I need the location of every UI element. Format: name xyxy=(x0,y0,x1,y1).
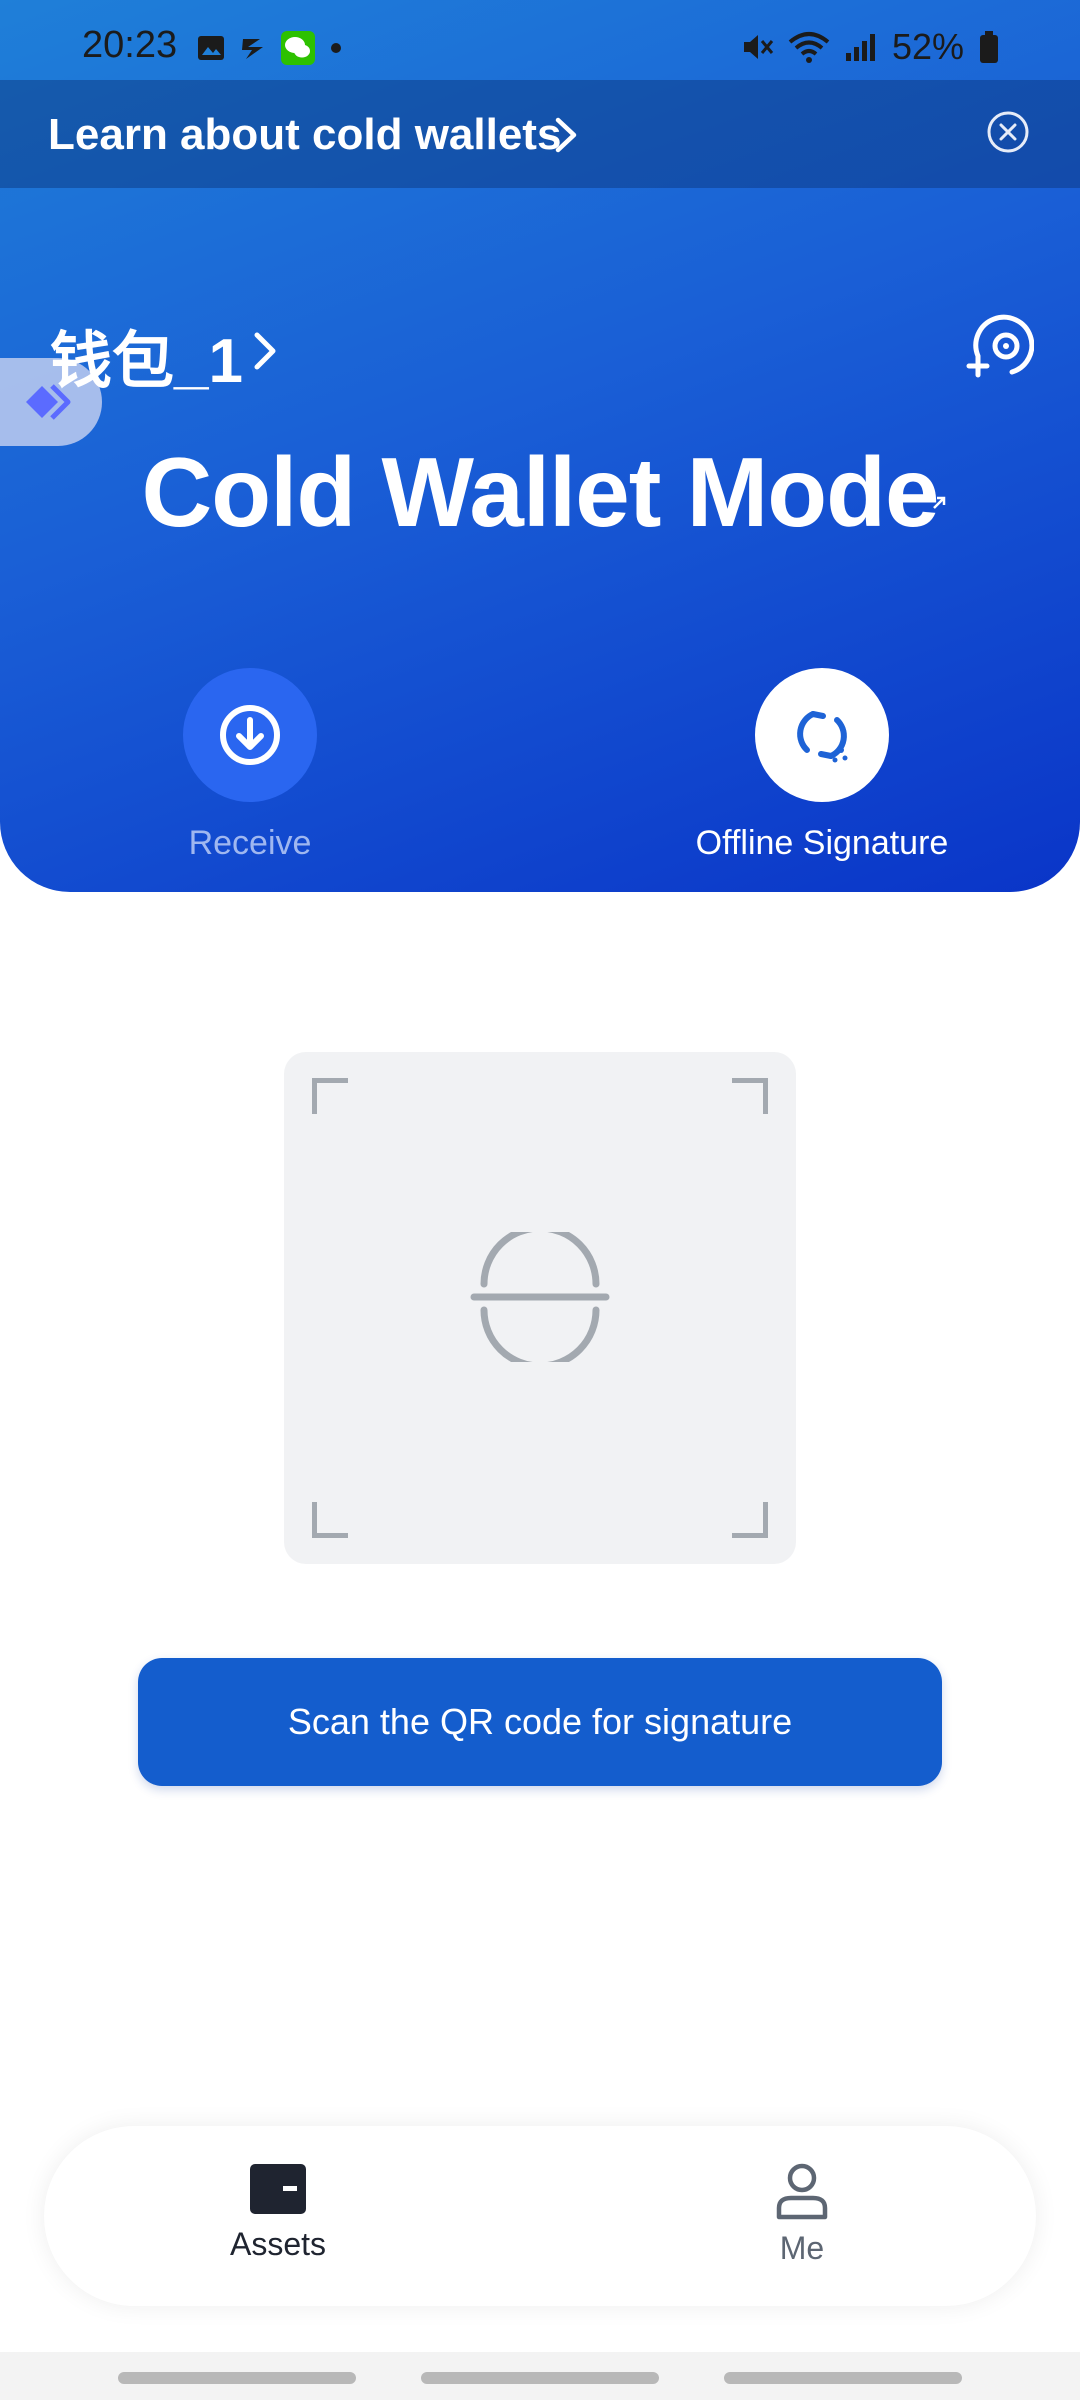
wallet-chevron-right-icon[interactable] xyxy=(250,330,280,372)
wallet-icon xyxy=(250,2164,306,2214)
mode-title[interactable]: Cold Wallet Mode xyxy=(0,436,1080,549)
banner-text[interactable]: Learn about cold wallets xyxy=(48,110,561,160)
bottom-navigation: Assets Me xyxy=(44,2126,1036,2306)
scan-corner-bottom-right xyxy=(732,1502,768,1538)
notification-icons xyxy=(196,30,344,66)
gallery-icon xyxy=(198,36,224,60)
wifi-icon xyxy=(788,32,830,63)
status-time: 20:23 xyxy=(82,24,178,66)
receive-button[interactable] xyxy=(183,668,317,802)
gesture-pill[interactable] xyxy=(421,2372,659,2384)
scan-corner-top-right xyxy=(732,1078,768,1114)
nav-assets[interactable]: Assets xyxy=(178,2162,378,2263)
scan-icon xyxy=(470,1232,610,1362)
gesture-pill[interactable] xyxy=(118,2372,356,2384)
offline-signature-icon xyxy=(797,711,848,763)
scan-corner-bottom-left xyxy=(312,1502,348,1538)
cold-wallet-banner[interactable]: Learn about cold wallets xyxy=(0,80,1080,188)
gesture-pill[interactable] xyxy=(724,2372,962,2384)
qr-scan-area[interactable] xyxy=(284,1052,796,1564)
nav-me-label: Me xyxy=(779,2230,825,2266)
offline-signature-action[interactable]: Offline Signature xyxy=(672,668,972,863)
close-banner-icon[interactable] xyxy=(986,110,1030,154)
system-icons: 52% xyxy=(740,26,1000,68)
add-wallet-icon[interactable] xyxy=(964,310,1034,380)
receive-label: Receive xyxy=(188,824,312,862)
external-link-arrow-icon xyxy=(933,496,946,509)
signal-icon xyxy=(845,34,875,61)
download-icon xyxy=(220,705,280,765)
wallet-name[interactable]: 钱包_1 xyxy=(50,310,243,400)
status-bar: 20:23 52% xyxy=(0,0,1080,80)
user-icon xyxy=(776,2163,828,2220)
system-gesture-bar xyxy=(0,2352,1080,2400)
offline-signature-label: Offline Signature xyxy=(695,824,949,862)
offline-signature-button[interactable] xyxy=(755,668,889,802)
battery-percentage: 52% xyxy=(891,26,964,67)
nav-assets-label: Assets xyxy=(229,2226,327,2262)
scan-qr-button[interactable]: Scan the QR code for signature xyxy=(138,1658,942,1786)
wechat-icon xyxy=(281,31,315,65)
chevron-right-icon xyxy=(555,117,577,153)
bolt-app-icon xyxy=(242,39,263,59)
more-notifications-icon xyxy=(331,43,341,53)
nav-me[interactable]: Me xyxy=(702,2162,902,2267)
battery-icon xyxy=(980,31,998,63)
wallet-header: 20:23 52% Learn about cold wallets 钱包_1 … xyxy=(0,0,1080,892)
scan-corner-top-left xyxy=(312,1078,348,1114)
mute-icon xyxy=(743,35,774,59)
receive-action[interactable]: Receive xyxy=(100,668,400,863)
